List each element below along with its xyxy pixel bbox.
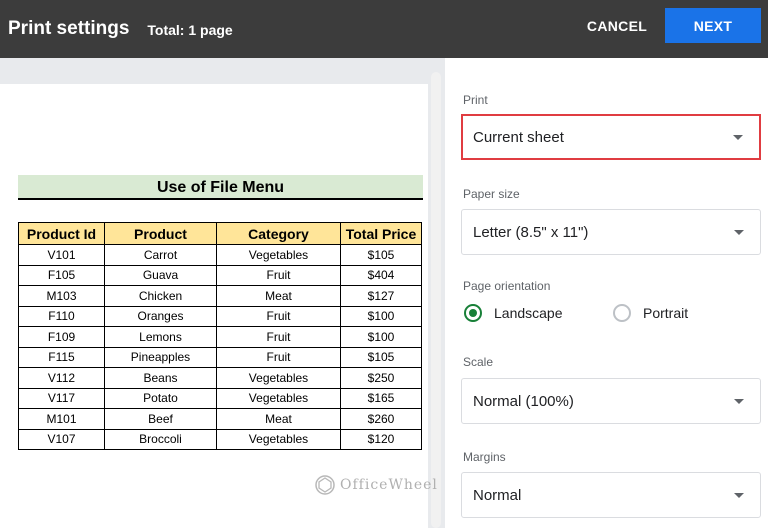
cell-product: Guava [104,264,217,286]
column-header-category: Category [216,222,341,245]
cell-category: Vegetables [216,428,341,450]
page-orientation-label: Page orientation [463,279,551,293]
cell-category: Fruit [216,264,341,286]
margins-value: Normal [473,486,522,504]
dropdown-arrow-icon [733,135,743,140]
cell-product: Chicken [104,285,217,307]
cell-product-id: V112 [18,367,105,389]
dropdown-arrow-icon [734,493,744,498]
cell-product-id: M101 [18,408,105,430]
cell-category: Vegetables [216,244,341,266]
cell-product: Beef [104,408,217,430]
landscape-label: Landscape [494,305,563,321]
paper-size-label: Paper size [463,187,520,201]
table-row: M103 Chicken Meat $127 [18,285,422,307]
table-row: V107 Broccoli Vegetables $120 [18,428,422,450]
table-row: V112 Beans Vegetables $250 [18,367,422,389]
data-table: Product Id Product Category Total Price … [18,222,422,450]
column-header-product: Product [104,222,217,245]
next-button[interactable]: NEXT [665,8,761,43]
officewheel-logo-icon [315,475,335,495]
cell-product: Beans [104,367,217,389]
cell-category: Vegetables [216,387,341,409]
cell-product-id: M103 [18,285,105,307]
portrait-label: Portrait [643,305,689,321]
cell-product: Oranges [104,305,217,327]
cell-product-id: F115 [18,346,105,368]
cell-total-price: $165 [340,387,422,409]
cell-total-price: $404 [340,264,422,286]
cell-category: Fruit [216,326,341,348]
cell-category: Fruit [216,346,341,368]
table-row: F110 Oranges Fruit $100 [18,305,422,327]
cell-product: Lemons [104,326,217,348]
column-header-total-price: Total Price [340,222,422,245]
cell-product-id: V101 [18,244,105,266]
dropdown-arrow-icon [734,399,744,404]
cell-total-price: $105 [340,244,422,266]
cell-total-price: $100 [340,326,422,348]
paper-size-select[interactable]: Letter (8.5" x 11") [461,209,761,255]
landscape-option[interactable]: Landscape [464,304,563,322]
scale-select[interactable]: Normal (100%) [461,378,761,424]
cell-product-id: F109 [18,326,105,348]
table-row: M101 Beef Meat $260 [18,408,422,430]
cell-product: Carrot [104,244,217,266]
table-row: F109 Lemons Fruit $100 [18,326,422,348]
cell-total-price: $260 [340,408,422,430]
cell-total-price: $250 [340,367,422,389]
cell-total-price: $127 [340,285,422,307]
table-row: F115 Pineapples Fruit $105 [18,346,422,368]
radio-checked-icon[interactable] [464,304,482,322]
table-row: V101 Carrot Vegetables $105 [18,244,422,266]
cell-total-price: $120 [340,428,422,450]
page-count: Total: 1 page [147,22,233,38]
cell-total-price: $100 [340,305,422,327]
print-scope-select[interactable]: Current sheet [461,114,761,160]
portrait-option[interactable]: Portrait [613,304,688,322]
page-title: Print settings [8,18,130,39]
print-label: Print [463,93,488,107]
cell-category: Vegetables [216,367,341,389]
table-row: V117 Potato Vegetables $165 [18,387,422,409]
cancel-button[interactable]: CANCEL [577,9,657,42]
cell-category: Meat [216,285,341,307]
sheet-title: Use of File Menu [18,175,423,200]
table-header-row: Product Id Product Category Total Price [18,222,422,245]
column-header-product-id: Product Id [18,222,105,245]
preview-scrollbar-thumb[interactable] [431,72,441,528]
watermark-text: OfficeWheel [340,477,438,493]
cell-product-id: V117 [18,387,105,409]
paper-size-value: Letter (8.5" x 11") [473,223,589,241]
cell-product: Potato [104,387,217,409]
cell-product-id: F105 [18,264,105,286]
cell-product: Pineapples [104,346,217,368]
dropdown-arrow-icon [734,230,744,235]
cell-category: Meat [216,408,341,430]
scale-label: Scale [463,355,494,369]
watermark-logo: OfficeWheel [314,474,438,496]
margins-select[interactable]: Normal [461,472,761,518]
radio-unchecked-icon[interactable] [613,304,631,322]
print-scope-value: Current sheet [473,128,564,146]
scale-value: Normal (100%) [473,392,574,410]
cell-product: Broccoli [104,428,217,450]
cell-total-price: $105 [340,346,422,368]
table-row: F105 Guava Fruit $404 [18,264,422,286]
margins-label: Margins [463,450,506,464]
cell-product-id: F110 [18,305,105,327]
cell-product-id: V107 [18,428,105,450]
cell-category: Fruit [216,305,341,327]
